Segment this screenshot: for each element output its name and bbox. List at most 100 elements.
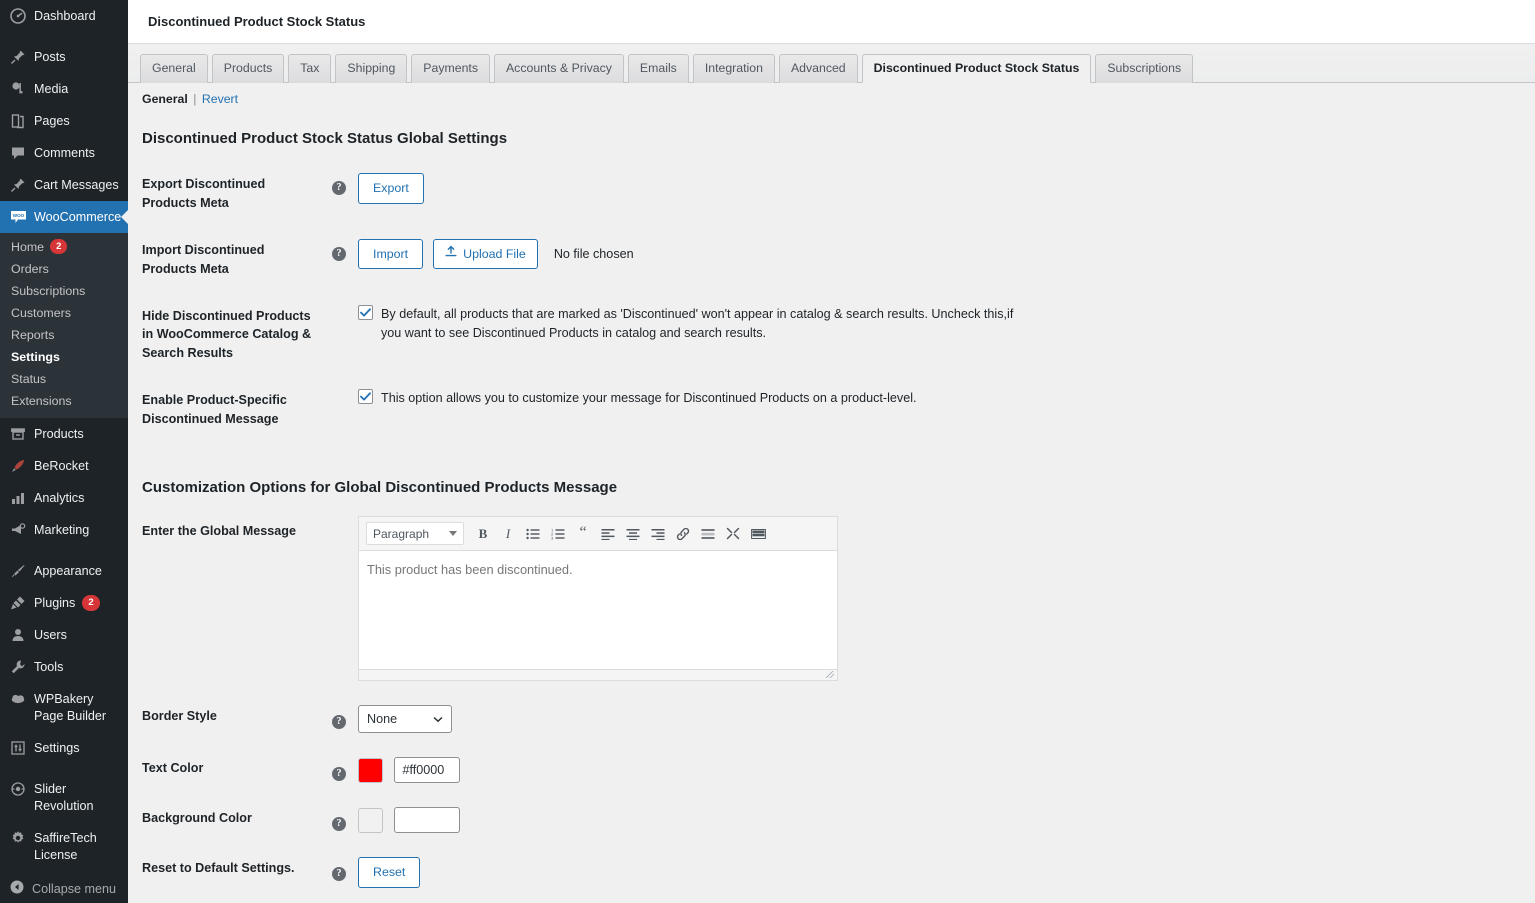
subnav-current: General	[142, 92, 188, 106]
help-icon[interactable]: ?	[332, 817, 346, 832]
numbered-list-icon[interactable]: 123	[547, 523, 569, 545]
table-row-text-color: Text Color ?	[142, 745, 1535, 795]
submenu-item-customers[interactable]: Customers	[0, 302, 128, 324]
help-icon[interactable]: ?	[332, 715, 346, 730]
tab-products[interactable]: Products	[211, 54, 285, 83]
tab-advanced[interactable]: Advanced	[778, 54, 858, 83]
help-icon[interactable]: ?	[332, 767, 346, 782]
pin-icon	[9, 176, 27, 194]
submenu-item-home[interactable]: Home 2	[0, 235, 128, 258]
submenu-item-label: Reports	[11, 328, 55, 343]
sidebar-divider	[0, 32, 128, 41]
tab-accounts-privacy[interactable]: Accounts & Privacy	[493, 54, 624, 83]
export-button[interactable]: Export	[358, 173, 424, 204]
sidebar-item-users[interactable]: Users	[0, 619, 128, 651]
tab-emails[interactable]: Emails	[627, 54, 689, 83]
tab-tax[interactable]: Tax	[288, 54, 332, 83]
table-row-global-message: Enter the Global Message Paragraph B I 1…	[142, 514, 1535, 693]
hide-products-description: By default, all products that are marked…	[381, 306, 1014, 341]
comments-icon	[9, 144, 27, 162]
background-color-input[interactable]	[394, 807, 461, 834]
italic-icon[interactable]: I	[497, 523, 519, 545]
submenu-item-orders[interactable]: Orders	[0, 258, 128, 280]
sidebar-item-label: Products	[34, 427, 84, 442]
sidebar-item-saffiretech-license[interactable]: SaffireTech License	[0, 822, 128, 871]
sidebar-item-wpbakery[interactable]: WPBakery Page Builder	[0, 683, 128, 732]
help-icon[interactable]: ?	[332, 181, 346, 195]
sidebar-item-label: Comments	[34, 146, 95, 160]
sidebar-item-plugins[interactable]: Plugins 2	[0, 587, 128, 619]
background-color-swatch[interactable]	[358, 807, 383, 833]
sidebar-item-media[interactable]: Media	[0, 73, 128, 105]
sidebar-item-appearance[interactable]: Appearance	[0, 555, 128, 587]
sidebar-item-settings[interactable]: Settings	[0, 732, 128, 764]
customization-table: Enter the Global Message Paragraph B I 1…	[142, 514, 1535, 900]
tab-shipping[interactable]: Shipping	[335, 54, 408, 83]
settings-content: Discontinued Product Stock Status Global…	[128, 130, 1535, 903]
toolbar-toggle-icon[interactable]	[747, 523, 769, 545]
bulleted-list-icon[interactable]	[522, 523, 544, 545]
sidebar-item-posts[interactable]: Posts	[0, 41, 128, 73]
sidebar-item-cart-messages[interactable]: Cart Messages	[0, 169, 128, 201]
bold-icon[interactable]: B	[472, 523, 494, 545]
cloud-icon	[9, 690, 27, 708]
submenu-item-reports[interactable]: Reports	[0, 324, 128, 346]
submenu-item-label: Status	[11, 372, 47, 387]
fullscreen-icon[interactable]	[722, 523, 744, 545]
sidebar-item-pages[interactable]: Pages	[0, 105, 128, 137]
insert-read-more-icon[interactable]	[697, 523, 719, 545]
tab-integration[interactable]: Integration	[692, 54, 775, 83]
submenu-item-extensions[interactable]: Extensions	[0, 390, 128, 412]
align-center-icon[interactable]	[622, 523, 644, 545]
products-icon	[9, 425, 27, 443]
sidebar-item-woocommerce[interactable]: WOO WooCommerce	[0, 201, 128, 233]
dashboard-icon	[9, 7, 27, 25]
hide-products-checkbox[interactable]	[358, 304, 373, 320]
collapse-menu-button[interactable]: Collapse menu	[0, 871, 128, 903]
brush-icon	[9, 562, 27, 580]
format-select[interactable]: Paragraph	[366, 522, 464, 546]
submenu-item-status[interactable]: Status	[0, 368, 128, 390]
align-right-icon[interactable]	[647, 523, 669, 545]
import-button[interactable]: Import	[358, 238, 424, 270]
sidebar-item-marketing[interactable]: Marketing	[0, 514, 128, 546]
sidebar-item-dashboard[interactable]: Dashboard	[0, 0, 128, 32]
text-color-input[interactable]	[394, 757, 461, 784]
tab-payments[interactable]: Payments	[411, 54, 490, 83]
editor-resize-handle[interactable]	[359, 669, 837, 681]
sidebar-item-analytics[interactable]: Analytics	[0, 482, 128, 514]
submenu-item-subscriptions[interactable]: Subscriptions	[0, 280, 128, 302]
sidebar-item-slider-revolution[interactable]: Slider Revolution	[0, 773, 128, 822]
sidebar-item-products[interactable]: Products	[0, 418, 128, 450]
blockquote-icon[interactable]: “	[572, 523, 594, 545]
reset-button[interactable]: Reset	[358, 857, 421, 888]
editor-content[interactable]: This product has been discontinued.	[359, 551, 837, 670]
sidebar-item-label: WooCommerce	[34, 210, 122, 224]
submenu-item-label: Settings	[11, 350, 60, 365]
product-specific-checkbox[interactable]	[358, 389, 373, 405]
subnav-revert-link[interactable]: Revert	[202, 92, 238, 106]
align-left-icon[interactable]	[597, 523, 619, 545]
tab-subscriptions[interactable]: Subscriptions	[1095, 54, 1194, 83]
table-row-border-style: Border Style ? None	[142, 693, 1535, 745]
text-color-swatch[interactable]	[358, 757, 383, 783]
sidebar-item-tools[interactable]: Tools	[0, 651, 128, 683]
sidebar-item-label: Slider Revolution	[34, 782, 94, 814]
editor-toolbar: Paragraph B I 123 “	[359, 517, 837, 552]
border-style-select[interactable]: None	[358, 705, 452, 734]
subnav-separator: |	[193, 92, 197, 106]
tab-general[interactable]: General	[140, 54, 208, 83]
upload-file-button[interactable]: Upload File	[433, 238, 538, 270]
help-icon[interactable]: ?	[332, 867, 346, 882]
sidebar-item-label: WPBakery Page Builder	[34, 692, 107, 724]
woocommerce-submenu: Home 2 Orders Subscriptions Customers Re…	[0, 233, 128, 419]
help-icon[interactable]: ?	[332, 246, 346, 261]
tab-discontinued-product-stock-status[interactable]: Discontinued Product Stock Status	[861, 54, 1092, 83]
submenu-item-settings[interactable]: Settings	[0, 346, 128, 368]
admin-sidebar: Dashboard Posts Media Pages Comments Car…	[0, 0, 128, 903]
sidebar-item-berocket[interactable]: BeRocket	[0, 450, 128, 482]
sidebar-item-comments[interactable]: Comments	[0, 137, 128, 169]
link-icon[interactable]	[672, 523, 694, 545]
sidebar-item-label: Users	[34, 628, 67, 643]
analytics-icon	[9, 489, 27, 507]
